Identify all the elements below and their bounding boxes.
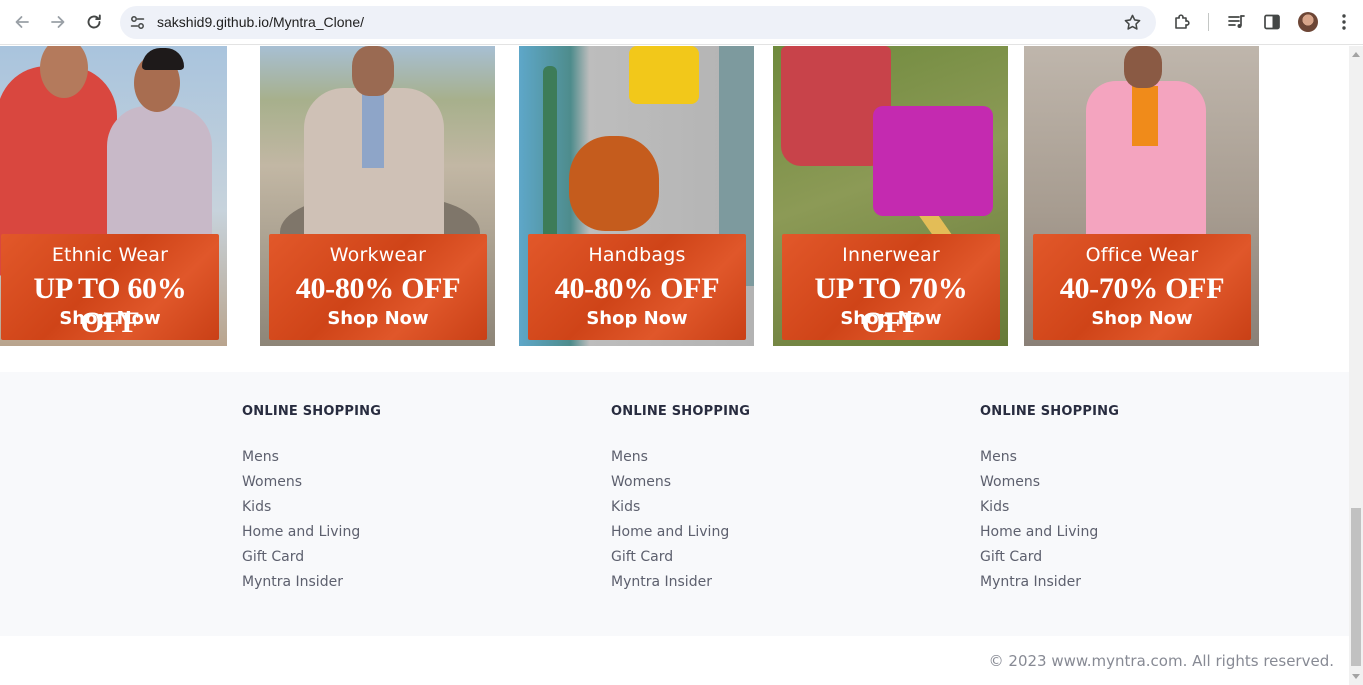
workwear-offer-banner: Workwear 40-80% OFF Shop Now: [269, 234, 487, 340]
handbags-offer-banner: Handbags 40-80% OFF Shop Now: [528, 234, 746, 340]
footer-link-home-and-living[interactable]: Home and Living: [242, 522, 542, 547]
scroll-up-arrow-icon[interactable]: [1352, 52, 1360, 57]
browser-menu-button[interactable]: [1334, 12, 1354, 32]
forward-button[interactable]: [46, 10, 70, 34]
bookmark-star-icon[interactable]: [1123, 13, 1142, 32]
footer-column-title: ONLINE SHOPPING: [611, 404, 751, 419]
footer-link-gift-card[interactable]: Gift Card: [980, 547, 1280, 572]
scroll-down-arrow-icon[interactable]: [1352, 674, 1360, 679]
tile-discount: 40-70% OFF: [1059, 272, 1225, 305]
footer-link-kids[interactable]: Kids: [242, 497, 542, 522]
kebab-menu-icon: [1342, 14, 1346, 30]
footer-link-myntra-insider[interactable]: Myntra Insider: [611, 572, 911, 597]
tile-shop-now[interactable]: Shop Now: [782, 308, 1000, 330]
category-tile-handbags[interactable]: Handbags 40-80% OFF Shop Now: [519, 46, 754, 346]
toolbar-separator: [1208, 13, 1209, 31]
tile-category-name: Handbags: [588, 244, 686, 266]
footer-link-myntra-insider[interactable]: Myntra Insider: [242, 572, 542, 597]
tile-shop-now[interactable]: Shop Now: [1, 308, 219, 330]
tile-category-name: Workwear: [329, 244, 427, 266]
footer-link-myntra-insider[interactable]: Myntra Insider: [980, 572, 1280, 597]
extensions-button[interactable]: [1172, 12, 1192, 32]
footer-column-title: ONLINE SHOPPING: [980, 404, 1120, 419]
footer-link-mens[interactable]: Mens: [980, 447, 1280, 472]
side-panel-button[interactable]: [1262, 12, 1282, 32]
media-control-button[interactable]: [1226, 12, 1246, 32]
page-scrollbar[interactable]: [1349, 46, 1363, 685]
footer-column-2: ONLINE SHOPPING Mens Womens Kids Home an…: [611, 402, 911, 597]
category-tile-ethnic-wear[interactable]: Ethnic Wear UP TO 60% OFF Shop Now: [0, 46, 227, 346]
footer-link-gift-card[interactable]: Gift Card: [611, 547, 911, 572]
forward-arrow-icon: [51, 16, 65, 28]
office-wear-offer-banner: Office Wear 40-70% OFF Shop Now: [1033, 234, 1251, 340]
profile-avatar[interactable]: [1298, 12, 1318, 32]
footer-link-home-and-living[interactable]: Home and Living: [980, 522, 1280, 547]
tile-discount: 40-80% OFF: [554, 272, 720, 305]
footer-link-mens[interactable]: Mens: [611, 447, 911, 472]
tile-category-name: Innerwear: [842, 244, 940, 266]
footer-link-list: Mens Womens Kids Home and Living Gift Ca…: [242, 447, 542, 597]
scrollbar-thumb[interactable]: [1351, 508, 1361, 666]
tile-shop-now[interactable]: Shop Now: [1033, 308, 1251, 330]
reload-icon: [87, 14, 101, 29]
copyright-text: © 2023 www.myntra.com. All rights reserv…: [988, 652, 1334, 670]
address-bar[interactable]: sakshid9.github.io/Myntra_Clone/: [120, 6, 1156, 39]
innerwear-offer-banner: Innerwear UP TO 70% OFF Shop Now: [782, 234, 1000, 340]
tile-shop-now[interactable]: Shop Now: [528, 308, 746, 330]
footer-link-mens[interactable]: Mens: [242, 447, 542, 472]
back-button[interactable]: [10, 10, 34, 34]
back-arrow-icon: [15, 16, 29, 28]
category-tile-office-wear[interactable]: Office Wear 40-70% OFF Shop Now: [1024, 46, 1259, 346]
footer-column-title: ONLINE SHOPPING: [242, 404, 382, 419]
site-info-icon[interactable]: [129, 14, 146, 31]
browser-toolbar: sakshid9.github.io/Myntra_Clone/: [0, 0, 1363, 45]
footer-column-3: ONLINE SHOPPING Mens Womens Kids Home an…: [980, 402, 1280, 597]
side-panel-icon: [1264, 14, 1280, 30]
footer-link-kids[interactable]: Kids: [980, 497, 1280, 522]
tile-discount: 40-80% OFF: [295, 272, 461, 305]
puzzle-icon: [1175, 14, 1190, 29]
reload-button[interactable]: [82, 10, 106, 34]
ethnic-wear-offer-banner: Ethnic Wear UP TO 60% OFF Shop Now: [1, 234, 219, 340]
site-footer: ONLINE SHOPPING Mens Womens Kids Home an…: [0, 372, 1349, 636]
playlist-icon: [1228, 15, 1245, 28]
category-tile-innerwear[interactable]: Innerwear UP TO 70% OFF Shop Now: [773, 46, 1008, 346]
footer-link-gift-card[interactable]: Gift Card: [242, 547, 542, 572]
footer-column-1: ONLINE SHOPPING Mens Womens Kids Home an…: [242, 402, 542, 597]
tile-category-name: Ethnic Wear: [51, 244, 169, 266]
footer-link-womens[interactable]: Womens: [980, 472, 1280, 497]
footer-link-list: Mens Womens Kids Home and Living Gift Ca…: [611, 447, 911, 597]
footer-link-home-and-living[interactable]: Home and Living: [611, 522, 911, 547]
page-viewport: Ethnic Wear UP TO 60% OFF Shop Now Workw…: [0, 46, 1349, 685]
category-tile-workwear[interactable]: Workwear 40-80% OFF Shop Now: [260, 46, 495, 346]
footer-link-womens[interactable]: Womens: [611, 472, 911, 497]
tile-category-name: Office Wear: [1085, 244, 1199, 266]
footer-link-womens[interactable]: Womens: [242, 472, 542, 497]
tile-shop-now[interactable]: Shop Now: [269, 308, 487, 330]
footer-link-list: Mens Womens Kids Home and Living Gift Ca…: [980, 447, 1280, 597]
url-text[interactable]: sakshid9.github.io/Myntra_Clone/: [157, 14, 364, 30]
footer-link-kids[interactable]: Kids: [611, 497, 911, 522]
